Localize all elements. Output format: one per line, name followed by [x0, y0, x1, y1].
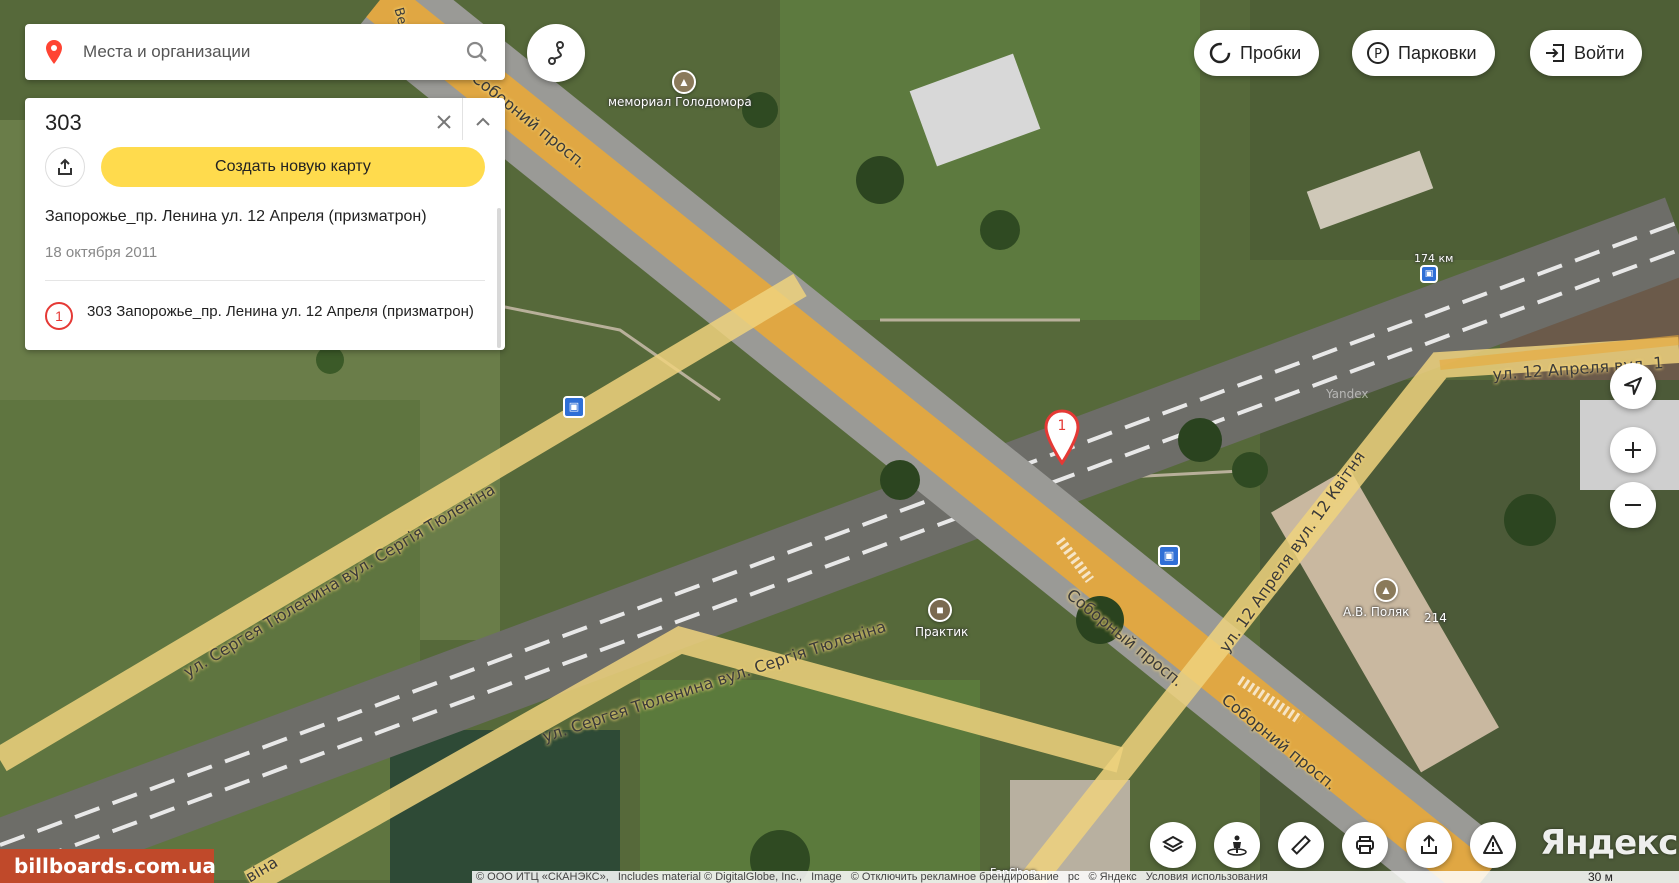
location-pin-icon	[25, 40, 83, 64]
list-item-number: 1	[45, 302, 73, 330]
routes-button[interactable]	[527, 24, 585, 82]
copyright-digitalglobe: Includes material © DigitalGlobe, Inc.,	[617, 871, 803, 883]
warning-icon	[1483, 835, 1503, 854]
minus-icon	[1625, 504, 1641, 506]
list-item-label: 303 Запорожье_пр. Ленина ул. 12 Апреля (…	[87, 303, 474, 320]
billboards-watermark: billboards.com.ua	[0, 849, 216, 883]
share-icon	[1421, 834, 1437, 854]
login-icon	[1544, 42, 1566, 64]
panel-divider	[462, 98, 463, 140]
bus-stop-icon[interactable]: ▣	[563, 396, 585, 418]
traffic-label: Пробки	[1240, 42, 1302, 63]
copyright-rs: рс	[1067, 871, 1080, 883]
ruler-icon	[1291, 835, 1311, 855]
traffic-icon	[1208, 41, 1232, 65]
report-error-button[interactable]	[1470, 822, 1516, 868]
panorama-button[interactable]	[1214, 822, 1260, 868]
zoom-in-button[interactable]	[1610, 427, 1656, 473]
panel-title: 303	[45, 110, 82, 135]
memorial-poi-icon[interactable]: ▲	[672, 70, 696, 94]
terms-link[interactable]: Условия использования	[1146, 871, 1268, 883]
search-box[interactable]	[25, 24, 505, 80]
map-name: Запорожье_пр. Ленина ул. 12 Апреля (приз…	[45, 208, 427, 225]
layers-icon	[1162, 835, 1184, 853]
chevron-up-icon[interactable]	[466, 106, 500, 138]
login-label: Войти	[1574, 42, 1625, 63]
my-map-panel: 303 Создать новую карту Запорожье_пр. Ле…	[25, 98, 505, 350]
print-button[interactable]	[1342, 822, 1388, 868]
navigation-arrow-icon	[1624, 377, 1642, 395]
praktik-poi-icon[interactable]: ■	[928, 598, 952, 622]
share-icon	[58, 158, 72, 175]
parking-icon: P	[1366, 41, 1390, 65]
share-map-button[interactable]	[1406, 822, 1452, 868]
map-date: 18 октября 2011	[45, 244, 158, 261]
close-icon[interactable]	[428, 106, 460, 138]
traffic-button[interactable]: Пробки	[1194, 30, 1320, 76]
panel-scrollbar[interactable]	[497, 208, 501, 348]
my-location-button[interactable]	[1610, 363, 1656, 409]
search-input[interactable]	[83, 42, 449, 62]
copyright-scanex: © ООО ИТЦ «СКАНЭКС»,	[476, 871, 609, 883]
yandex-logo[interactable]: Яндекс	[1540, 823, 1678, 863]
map-marker-1[interactable]: 1	[1044, 409, 1080, 466]
railway-stop-icon[interactable]: ▣	[1420, 265, 1438, 283]
street-view-person-icon	[1227, 835, 1247, 856]
ruler-button[interactable]	[1278, 822, 1324, 868]
parking-label: Парковки	[1398, 42, 1477, 63]
copyright-yandex: © Яндекс	[1088, 871, 1137, 883]
search-icon[interactable]	[449, 41, 505, 63]
copyright-bar: © ООО ИТЦ «СКАНЭКС», Includes material ©…	[472, 871, 1679, 883]
copyright-image: Image	[811, 871, 842, 883]
panel-separator	[45, 280, 485, 281]
bus-stop-icon[interactable]: ▣	[1158, 545, 1180, 567]
scale-label: 30 м	[1588, 870, 1613, 883]
printer-icon	[1356, 836, 1374, 854]
route-icon	[548, 41, 564, 65]
disable-ads-link[interactable]: © Отключить рекламное брендирование	[851, 871, 1059, 883]
zoom-out-button[interactable]	[1610, 482, 1656, 528]
create-new-map-button[interactable]: Создать новую карту	[101, 147, 485, 187]
login-button[interactable]: Войти	[1530, 30, 1643, 76]
svg-text:P: P	[1374, 47, 1382, 62]
parking-button[interactable]: P Парковки	[1352, 30, 1495, 76]
share-button[interactable]	[45, 147, 85, 187]
plus-icon	[1625, 442, 1641, 458]
polyak-poi-icon[interactable]: ▲	[1374, 578, 1398, 602]
layers-button[interactable]	[1150, 822, 1196, 868]
map-marker-number: 1	[1057, 418, 1067, 434]
